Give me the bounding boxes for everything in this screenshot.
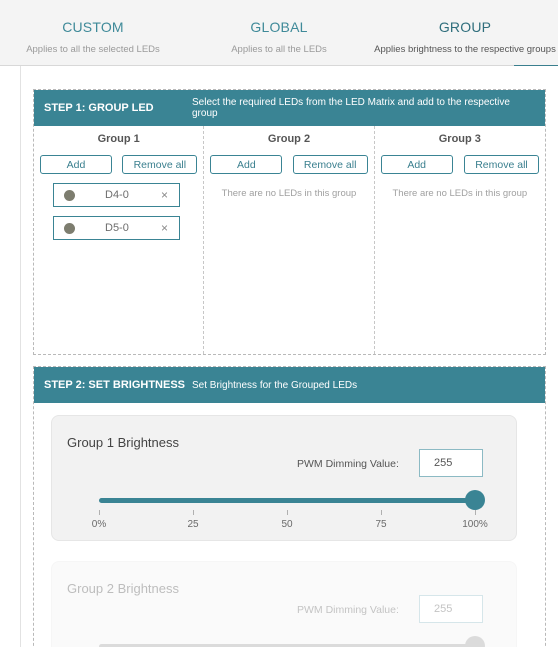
group-columns: Group 1 Add Remove all D4-0 × D5-0 × Gro… <box>34 126 545 354</box>
led-label: D4-0 <box>105 189 129 201</box>
group-3-empty-text: There are no LEDs in this group <box>392 188 528 199</box>
step1-card: STEP 1: GROUP LED Select the required LE… <box>33 89 546 355</box>
mode-tabs: CUSTOM Applies to all the selected LEDs … <box>0 0 558 67</box>
group-2-empty-text: There are no LEDs in this group <box>221 188 357 199</box>
group-3-remove-all-button[interactable]: Remove all <box>463 155 539 174</box>
tab-group-subtitle: Applies brightness to the respective gro… <box>374 44 556 55</box>
tab-global[interactable]: GLOBAL Applies to all the LEDs <box>186 0 372 66</box>
pwm-dimming-label: PWM Dimming Value: <box>297 604 399 616</box>
slider-tick <box>381 510 382 515</box>
led-chip: D4-0 × <box>53 183 180 207</box>
group-1-brightness-slider[interactable] <box>99 498 475 503</box>
step2-title: STEP 2: SET BRIGHTNESS <box>44 379 185 391</box>
slider-tick-label: 25 <box>187 519 199 530</box>
group-2-brightness-title: Group 2 Brightness <box>67 581 180 596</box>
group-1-column: Group 1 Add Remove all D4-0 × D5-0 × <box>34 126 205 354</box>
led-chip: D5-0 × <box>53 216 180 240</box>
group-1-remove-all-button[interactable]: Remove all <box>122 155 198 174</box>
group-1-pwm-input[interactable] <box>419 449 483 477</box>
led-dot-icon <box>64 222 75 234</box>
slider-tick-label: 50 <box>281 519 293 530</box>
step1-header: STEP 1: GROUP LED Select the required LE… <box>34 90 545 126</box>
remove-led-icon[interactable]: × <box>161 221 168 235</box>
tab-custom-title: CUSTOM <box>62 19 124 35</box>
step1-description: Select the required LEDs from the LED Ma… <box>192 97 510 119</box>
step2-card: STEP 2: SET BRIGHTNESS Set Brightness fo… <box>33 366 546 647</box>
slider-tick <box>287 510 288 515</box>
group-3-column: Group 3 Add Remove all There are no LEDs… <box>375 126 545 354</box>
group-3-title: Group 3 <box>438 133 481 145</box>
group-2-slider-thumb[interactable] <box>465 636 485 647</box>
group-panel: STEP 1: GROUP LED Select the required LE… <box>20 66 558 647</box>
group-1-title: Group 1 <box>97 133 140 145</box>
group-1-add-button[interactable]: Add <box>40 155 112 174</box>
pwm-dimming-label: PWM Dimming Value: <box>297 458 399 470</box>
group-1-brightness-title: Group 1 Brightness <box>67 435 180 450</box>
tab-custom[interactable]: CUSTOM Applies to all the selected LEDs <box>0 0 186 66</box>
group-2-brightness-panel: Group 2 Brightness PWM Dimming Value: <box>51 561 517 647</box>
slider-tick <box>99 510 100 515</box>
tab-global-subtitle: Applies to all the LEDs <box>231 44 327 55</box>
slider-tick <box>475 510 476 515</box>
step2-header: STEP 2: SET BRIGHTNESS Set Brightness fo… <box>34 367 545 403</box>
remove-led-icon[interactable]: × <box>161 188 168 202</box>
group-1-brightness-panel: Group 1 Brightness PWM Dimming Value: 0%… <box>51 415 517 541</box>
group-2-column: Group 2 Add Remove all There are no LEDs… <box>204 126 375 354</box>
group-2-pwm-input[interactable] <box>419 595 483 623</box>
slider-tick <box>193 510 194 515</box>
group-1-slider-thumb[interactable] <box>465 490 485 510</box>
tab-custom-subtitle: Applies to all the selected LEDs <box>26 44 160 55</box>
step2-description: Set Brightness for the Grouped LEDs <box>192 379 358 391</box>
slider-tick-label: 100% <box>462 519 488 530</box>
step1-title: STEP 1: GROUP LED <box>44 102 154 114</box>
slider-tick-label: 75 <box>375 519 387 530</box>
slider-tick-label: 0% <box>91 519 107 530</box>
tab-group[interactable]: GROUP Applies brightness to the respecti… <box>372 0 558 67</box>
group-2-remove-all-button[interactable]: Remove all <box>292 155 368 174</box>
tab-global-title: GLOBAL <box>250 19 308 35</box>
led-dot-icon <box>64 189 75 201</box>
group-2-title: Group 2 <box>267 133 311 145</box>
led-label: D5-0 <box>105 222 129 234</box>
tab-group-title: GROUP <box>438 19 492 35</box>
group-3-add-button[interactable]: Add <box>380 155 453 174</box>
group-2-add-button[interactable]: Add <box>210 155 283 174</box>
